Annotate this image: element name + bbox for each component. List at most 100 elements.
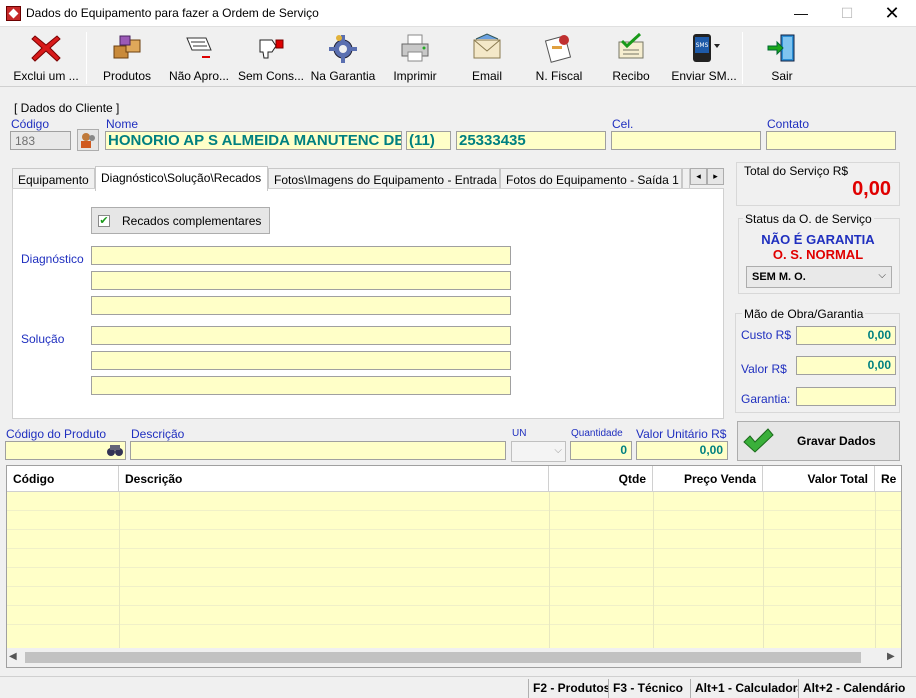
garantia-field[interactable] — [796, 387, 896, 406]
total-label: Total do Serviço R$ — [744, 164, 849, 178]
binoculars-icon[interactable] — [106, 443, 124, 458]
cliente-legend: [ Dados do Cliente ] — [12, 101, 122, 115]
cel-field[interactable] — [611, 131, 761, 150]
status-bar: F2 - Produtos F3 - Técnico Alt+1 - Calcu… — [0, 676, 916, 698]
gear-icon — [329, 35, 357, 63]
garantia-label: Garantia: — [741, 392, 791, 406]
solucao-line-1[interactable] — [91, 326, 511, 345]
custo-field[interactable]: 0,00 — [796, 326, 896, 345]
valor-unitario-field[interactable]: 0,00 — [636, 441, 728, 460]
grid-header: Código Descrição Qtde Preço Venda Valor … — [7, 466, 901, 492]
column-divider — [119, 492, 120, 648]
descricao-label: Descrição — [131, 427, 185, 441]
solucao-line-3[interactable] — [91, 376, 511, 395]
scroll-right-icon[interactable]: ▶ — [887, 651, 895, 662]
mao-obra-legend: Mão de Obra/Garantia — [742, 307, 866, 321]
col-re[interactable]: Re — [875, 466, 901, 492]
produtos-button[interactable]: Produtos — [96, 30, 158, 86]
column-divider — [549, 492, 550, 648]
sem-conserto-button[interactable]: Sem Cons... — [237, 30, 305, 86]
codigo-field[interactable]: 183 — [10, 131, 71, 150]
table-row[interactable] — [7, 492, 901, 511]
window-title: Dados do Equipamento para fazer a Ordem … — [26, 6, 319, 20]
diagnostico-line-2[interactable] — [91, 271, 511, 290]
custo-label: Custo R$ — [741, 328, 792, 342]
codigo-produto-label: Código do Produto — [6, 427, 107, 441]
produtos-grid: Código Descrição Qtde Preço Venda Valor … — [6, 465, 902, 668]
tab-more[interactable] — [682, 168, 690, 190]
status-select-value: SEM M. O. — [752, 271, 806, 283]
sms-phone-icon: SMS — [693, 34, 720, 62]
gravar-dados-button[interactable]: Gravar Dados — [737, 421, 900, 461]
na-garantia-button[interactable]: Na Garantia — [309, 30, 377, 86]
table-row[interactable] — [7, 511, 901, 530]
telefone-field[interactable]: 25333435 — [456, 131, 606, 150]
cel-label: Cel. — [612, 117, 634, 131]
sair-button[interactable]: Sair — [752, 30, 812, 86]
delete-x-icon — [31, 35, 61, 62]
scroll-left-icon[interactable]: ◀ — [9, 651, 17, 662]
table-row[interactable] — [7, 568, 901, 587]
scrollbar-thumb[interactable] — [25, 652, 861, 663]
enviar-sms-button[interactable]: SMS Enviar SM... — [670, 30, 738, 86]
valor-label: Valor R$ — [741, 362, 787, 376]
col-codigo[interactable]: Código — [7, 466, 119, 492]
svg-text:SMS: SMS — [696, 42, 709, 49]
descricao-field[interactable] — [130, 441, 506, 460]
table-row[interactable] — [7, 625, 901, 649]
table-row[interactable] — [7, 530, 901, 549]
email-label: Email — [471, 69, 502, 83]
tab-scroll-left-button[interactable]: ◂ — [690, 168, 707, 185]
col-qtde[interactable]: Qtde — [549, 466, 653, 492]
recados-button[interactable]: ✔ Recados complementares — [91, 207, 270, 234]
nao-aprovado-label: Não Apro... — [168, 69, 230, 83]
recibo-button[interactable]: Recibo — [602, 30, 660, 86]
tab-fotos-saida[interactable]: Fotos do Equipamento - Saída 1 — [500, 168, 682, 190]
valor-unitario-label: Valor Unitário R$ — [636, 427, 727, 441]
quantidade-field[interactable]: 0 — [570, 441, 632, 460]
nota-fiscal-button[interactable]: N. Fiscal — [528, 30, 590, 86]
un-select[interactable]: ⌵ — [511, 441, 566, 462]
ddd-field[interactable]: (11) — [406, 131, 451, 150]
tab-fotos-entrada[interactable]: Fotos\Imagens do Equipamento - Entrada — [268, 168, 500, 190]
minimize-button[interactable]: — — [778, 0, 824, 27]
users-icon — [81, 133, 95, 148]
col-preco-venda[interactable]: Preço Venda — [653, 466, 763, 492]
table-row[interactable] — [7, 549, 901, 568]
table-row[interactable] — [7, 606, 901, 625]
nome-field[interactable]: HONORIO AP S ALMEIDA MANUTENC DE — [105, 131, 402, 150]
col-valor-total[interactable]: Valor Total — [763, 466, 875, 492]
close-button[interactable]: ✕ — [869, 0, 915, 27]
na-garantia-label: Na Garantia — [310, 69, 376, 83]
contato-field[interactable] — [766, 131, 896, 150]
solucao-line-2[interactable] — [91, 351, 511, 370]
envelope-icon — [473, 33, 501, 59]
document-hand-icon — [186, 37, 212, 58]
cliente-search-button[interactable] — [77, 129, 99, 151]
excluir-button[interactable]: Exclui um ... — [10, 30, 82, 86]
maximize-button[interactable]: ☐ — [824, 0, 870, 27]
tab-scroll-right-button[interactable]: ▸ — [707, 168, 724, 185]
chevron-down-icon: ⌵ — [878, 270, 886, 281]
status-alt1: Alt+1 - Calculadora — [690, 679, 798, 698]
diagnostico-line-1[interactable] — [91, 246, 511, 265]
diagnostico-line-3[interactable] — [91, 296, 511, 315]
printer-icon — [401, 34, 429, 62]
tab-diagnostico[interactable]: Diagnóstico\Solução\Recados — [95, 166, 268, 191]
quantidade-label: Quantidade — [571, 428, 623, 439]
horizontal-scrollbar[interactable]: ◀ ▶ — [7, 648, 901, 667]
col-descricao[interactable]: Descrição — [119, 466, 549, 492]
status-select[interactable]: SEM M. O. ⌵ — [746, 266, 892, 288]
imprimir-button[interactable]: Imprimir — [385, 30, 445, 86]
recibo-label: Recibo — [612, 69, 650, 83]
imprimir-label: Imprimir — [393, 69, 437, 83]
tab-equipamento[interactable]: Equipamento — [12, 168, 95, 190]
nome-label: Nome — [106, 117, 139, 131]
checkmark-icon — [743, 428, 774, 453]
valor-field[interactable]: 0,00 — [796, 356, 896, 375]
un-label: UN — [512, 428, 527, 439]
email-button[interactable]: Email — [457, 30, 517, 86]
table-row[interactable] — [7, 587, 901, 606]
recados-checkbox[interactable]: ✔ — [98, 215, 110, 227]
nao-aprovado-button[interactable]: Não Apro... — [164, 30, 234, 86]
